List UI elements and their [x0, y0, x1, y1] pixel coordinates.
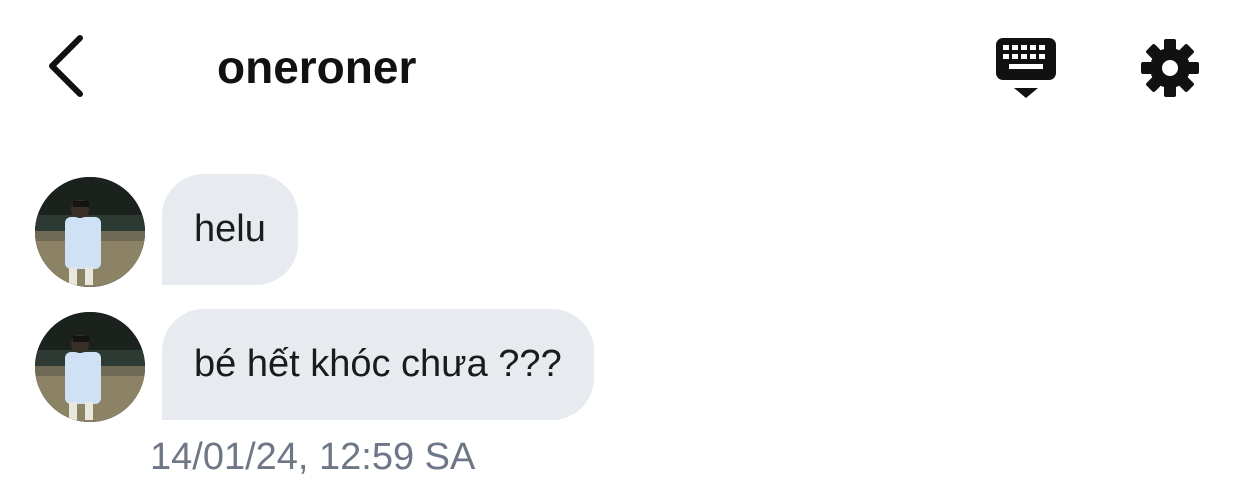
gear-icon — [1141, 39, 1199, 97]
back-button[interactable] — [38, 30, 94, 102]
message-bubble[interactable]: helu — [162, 174, 298, 285]
message-row: bé hết khóc chưa ??? — [0, 309, 1242, 422]
conversation-title[interactable]: oneroner — [217, 40, 416, 94]
avatar[interactable] — [35, 312, 145, 422]
avatar-photo — [35, 177, 145, 287]
chat-header: oneroner — [0, 0, 1242, 135]
chevron-left-icon — [49, 35, 83, 97]
avatar[interactable] — [35, 177, 145, 287]
message-bubble[interactable]: bé hết khóc chưa ??? — [162, 309, 594, 420]
avatar-photo — [35, 312, 145, 422]
keyboard-toggle-button[interactable] — [992, 36, 1060, 102]
settings-button[interactable] — [1138, 36, 1202, 100]
message-timestamp: 14/01/24, 12:59 SA — [150, 436, 476, 478]
keyboard-icon — [996, 38, 1056, 98]
message-row: helu — [0, 174, 1242, 287]
